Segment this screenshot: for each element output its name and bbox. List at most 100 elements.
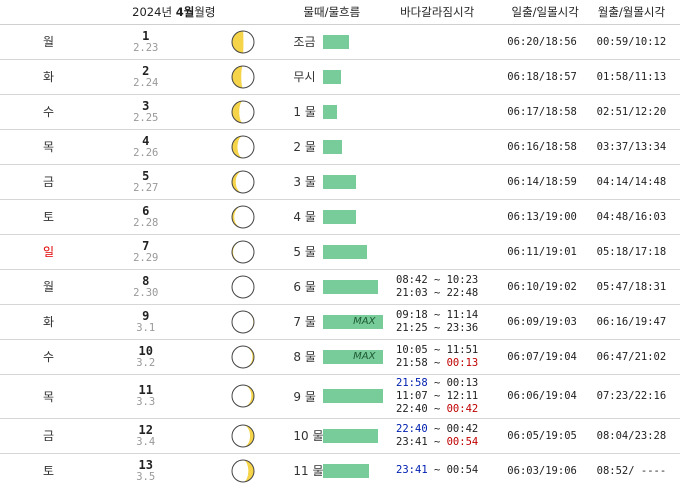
- moonrise-moonset-cell: 03:37/13:34: [582, 129, 680, 165]
- weekday-cell: 월: [0, 24, 98, 60]
- date-cell: 1 2.23: [97, 24, 195, 60]
- tide-wrap: 10 물: [291, 427, 388, 444]
- tide-level-bar: [323, 279, 379, 294]
- table-row: 수 10 3.2 8 물 MAX 10:05 ~ 11:51 21:58 ~ 00:13 06…: [0, 339, 680, 375]
- weekday-cell: 화: [0, 59, 98, 95]
- solar-date: 5: [142, 168, 150, 183]
- lunar-date: 2.30: [133, 286, 159, 299]
- tide-cell: 9 물: [291, 374, 389, 419]
- table-row: 화 2 2.24 무시 06:18/18:57 01:58/11:13: [0, 59, 680, 95]
- moonrise-moonset-cell: 04:48/16:03: [582, 199, 680, 235]
- sunrise-sunset-cell: 06:17/18:58: [485, 94, 583, 130]
- date-cell: 9 3.1: [97, 304, 195, 340]
- sea-split-times: 08:42 ~ 10:23 21:03 ~ 22:48: [388, 269, 486, 305]
- sea-split-start: 23:41: [396, 435, 428, 448]
- tide-wrap: 2 물: [291, 138, 388, 155]
- sea-split-line: 21:58 ~ 00:13: [389, 377, 486, 390]
- tide-wrap: 7 물 MAX: [291, 313, 388, 330]
- solar-date: 11: [138, 383, 153, 397]
- sea-split-times: [388, 199, 486, 235]
- moonrise-moonset-cell: 05:47/18:31: [582, 269, 680, 305]
- moon-phase-icon: [231, 30, 255, 53]
- moonrise-moonset-cell: 05:18/17:18: [582, 234, 680, 270]
- sea-split-times: 21:58 ~ 00:13 11:07 ~ 12:11 22:40 ~ 00:42: [388, 374, 486, 419]
- tide-level-bar: MAX: [323, 314, 384, 329]
- moon-cell: [194, 59, 292, 95]
- moonrise-moonset-cell: 08:04/23:28: [582, 418, 680, 454]
- sea-split-times: 22:40 ~ 00:42 23:41 ~ 00:54: [388, 418, 486, 454]
- moon-phase-icon: [231, 205, 255, 228]
- sea-split-end: 00:13: [446, 376, 479, 389]
- tide-name: 무시: [293, 70, 316, 84]
- tide-level-bar: [323, 389, 384, 403]
- sea-split-end: 00:42: [446, 422, 479, 435]
- moon-phase-icon: [231, 170, 255, 193]
- table-row: 토 13 3.5 11 물 23:41 ~ 00:54 06:03/19:06 08:52/…: [0, 453, 680, 484]
- tide-cell: 11 물: [291, 453, 389, 484]
- tide-wrap: 조금: [291, 33, 388, 50]
- lunar-date: 2.28: [133, 216, 159, 229]
- lunar-date: 2.27: [133, 181, 159, 194]
- solar-date: 13: [138, 457, 153, 472]
- sea-split-sep: ~: [427, 376, 447, 389]
- table-row: 화 9 3.1 7 물 MAX 09:18 ~ 11:14 21:25 ~ 23:36 06:…: [0, 304, 680, 340]
- date-cell: 12 3.4: [97, 418, 195, 454]
- sea-split-times: 10:05 ~ 11:51 21:58 ~ 00:13: [388, 339, 486, 375]
- moonrise-moonset-cell: 01:58/11:13: [582, 59, 680, 95]
- tide-level-bar: [323, 104, 338, 119]
- moon-phase-icon: [231, 345, 255, 368]
- sunrise-sunset-cell: 06:05/19:05: [485, 418, 583, 454]
- tide-level-bar: [323, 139, 343, 154]
- date-cell: 2 2.24: [97, 59, 195, 95]
- header-sunrise-sunset: 일출/일몰시각: [485, 0, 583, 25]
- header-month-label: 4월: [175, 4, 195, 19]
- sea-split-sep: ~: [427, 286, 447, 299]
- header-month: 2024년 4월: [0, 0, 195, 25]
- sunrise-sunset-cell: 06:20/18:56: [485, 24, 583, 60]
- sunrise-sunset-cell: 06:11/19:01: [485, 234, 583, 270]
- table-row: 일 7 2.29 5 물 06:11/19:01 05:18/17:18: [0, 234, 680, 270]
- sunrise-sunset-cell: 06:03/19:06: [485, 453, 583, 484]
- sea-split-start: 10:05: [396, 343, 428, 356]
- moon-phase-icon: [231, 240, 255, 263]
- tide-cell: 무시: [291, 59, 389, 95]
- tide-name: 2 물: [293, 140, 316, 154]
- tide-name: 3 물: [293, 175, 316, 189]
- lunar-date: 2.25: [133, 111, 159, 124]
- date-cell: 4 2.26: [97, 129, 195, 165]
- moonrise-moonset-cell: 02:51/12:20: [582, 94, 680, 130]
- date-cell: 3 2.25: [97, 94, 195, 130]
- table-row: 목 4 2.26 2 물 06:16/18:58 03:37/13:34: [0, 129, 680, 165]
- tide-cell: 2 물: [291, 129, 389, 165]
- sea-split-line: 23:41 ~ 00:54: [389, 464, 486, 477]
- solar-date: 8: [142, 273, 150, 288]
- moonrise-moonset-cell: 08:52/ ----: [582, 453, 680, 484]
- sea-split-line: 21:25 ~ 23:36: [389, 322, 486, 335]
- sea-split-sep: ~: [427, 435, 447, 448]
- sea-split-line: 22:40 ~ 00:42: [389, 403, 486, 416]
- sunrise-sunset-cell: 06:16/18:58: [485, 129, 583, 165]
- weekday-cell: 토: [0, 453, 98, 484]
- date-cell: 11 3.3: [97, 374, 195, 419]
- moon-phase-icon: [231, 384, 255, 408]
- tide-name: 1 물: [293, 105, 316, 119]
- tide-name: 8 물: [293, 350, 316, 364]
- sea-split-line: 22:40 ~ 00:42: [389, 423, 486, 436]
- weekday-cell: 금: [0, 418, 98, 454]
- moon-cell: [194, 164, 292, 200]
- sea-split-start: 21:58: [396, 376, 428, 389]
- sunrise-sunset-cell: 06:10/19:02: [485, 269, 583, 305]
- tide-wrap: 8 물 MAX: [291, 348, 388, 365]
- date-cell: 10 3.2: [97, 339, 195, 375]
- sea-split-line: 21:58 ~ 00:13: [389, 357, 486, 370]
- sea-split-line: 21:03 ~ 22:48: [389, 287, 486, 300]
- max-label: MAX: [353, 315, 376, 327]
- sea-split-start: 22:40: [396, 422, 428, 435]
- sea-split-start: 08:42: [396, 273, 428, 286]
- weekday-cell: 토: [0, 199, 98, 235]
- moon-phase-icon: [231, 310, 255, 333]
- tide-name: 4 물: [293, 210, 316, 224]
- sea-split-start: 11:07: [396, 389, 428, 402]
- moon-cell: [194, 199, 292, 235]
- weekday-cell: 수: [0, 339, 98, 375]
